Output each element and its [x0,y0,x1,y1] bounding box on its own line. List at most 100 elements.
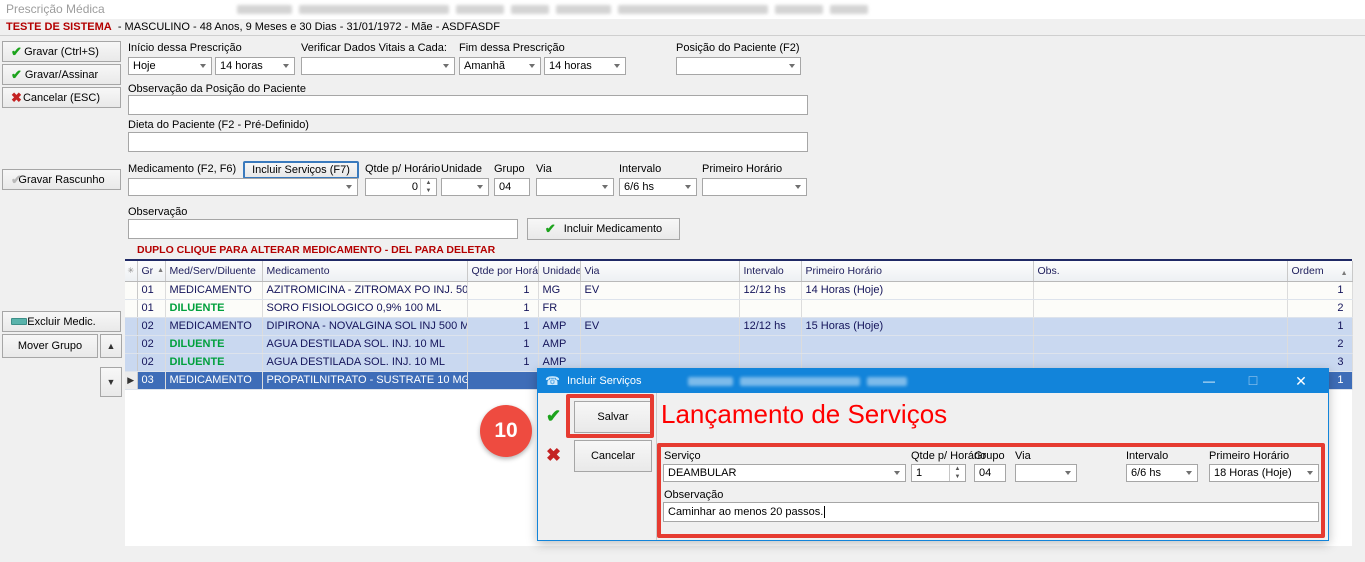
cell-tipo: MEDICAMENTO [165,371,262,389]
col-header-unidade[interactable]: Unidade [538,261,580,281]
save-sign-button[interactable]: ✔ Gravar/Assinar [2,64,121,85]
grid-header-row[interactable]: ✳ Gr▲ Med/Serv/Diluente Medicamento Qtde… [125,261,1352,281]
medicamento-combo[interactable] [128,178,358,196]
intervalo-label: Intervalo [619,163,661,175]
cell-med: AGUA DESTILADA SOL. INJ. 10 ML [262,335,467,353]
cell-obs [1033,299,1287,317]
unidade-combo[interactable] [441,178,489,196]
cell-tipo: MEDICAMENTO [165,317,262,335]
move-group-button[interactable]: Mover Grupo [2,334,98,358]
x-icon: ✖ [546,446,561,464]
via-label: Via [536,163,552,175]
table-row[interactable]: 02DILUENTEAGUA DESTILADA SOL. INJ. 10 ML… [125,335,1352,353]
obs-posicao-input[interactable] [128,95,808,115]
col-header-qtde[interactable]: Qtde por Horário [467,261,538,281]
cell-unidade: FR [538,299,580,317]
dialog-heading: Lançamento de Serviços [661,399,947,430]
incluir-medicamento-button[interactable]: ✔ Incluir Medicamento [527,218,680,240]
cell-ordem: 2 [1287,335,1352,353]
dlg-qtde-stepper[interactable]: 1 ▲▼ [911,464,966,482]
delete-medication-button[interactable]: Excluir Medic. [2,311,121,332]
dialog-save-button[interactable]: Salvar [574,401,652,433]
medicamento-label: Medicamento (F2, F6) [128,163,236,175]
dlg-observacao-input[interactable]: Caminhar ao menos 20 passos. [663,502,1319,522]
row-indicator [125,299,137,317]
vitais-label: Verificar Dados Vitais a Cada: [301,42,447,54]
cell-primeiro [801,335,1033,353]
via-combo[interactable] [536,178,614,196]
stepper-arrows-icon[interactable]: ▲▼ [420,179,436,195]
grupo-input[interactable]: 04 [494,178,530,196]
dialog-titlebar[interactable]: ☎ Incluir Serviços — ☐ ✕ [538,369,1328,393]
inicio-day-combo[interactable]: Hoje [128,57,212,75]
stepper-arrows-icon[interactable]: ▲▼ [949,465,965,481]
dlg-primeiro-combo[interactable]: 18 Horas (Hoje) [1209,464,1319,482]
cell-via: EV [580,281,739,299]
row-indicator [125,335,137,353]
inicio-time-combo[interactable]: 14 horas [215,57,295,75]
patient-details: - MASCULINO - 48 Anos, 9 Meses e 30 Dias… [118,21,500,33]
dialog-button-panel: ✔ Salvar ✖ Cancelar [538,393,657,540]
sort-asc-icon: ▲ [1341,270,1348,277]
col-header-medicamento[interactable]: Medicamento [262,261,467,281]
col-header-ordem[interactable]: Ordem▲ [1287,261,1352,281]
cell-primeiro: 14 Horas (Hoje) [801,281,1033,299]
dialog-icon: ☎ [545,374,560,388]
unidade-label: Unidade [441,163,482,175]
cell-intervalo [739,299,801,317]
col-header-obs[interactable]: Obs. [1033,261,1287,281]
cell-qtde: 1 [467,281,538,299]
arrow-down-icon: ▼ [107,377,116,387]
cell-tipo: DILUENTE [165,353,262,371]
move-down-button[interactable]: ▼ [100,367,122,397]
close-icon[interactable]: ✕ [1286,369,1316,393]
vitais-combo[interactable] [301,57,455,75]
col-header-intervalo[interactable]: Intervalo [739,261,801,281]
primeiro-label: Primeiro Horário [702,163,782,175]
dlg-via-combo[interactable] [1015,464,1077,482]
redacted-text [237,5,875,14]
col-header-gr[interactable]: Gr▲ [137,261,165,281]
save-sign-button-label: Gravar/Assinar [25,69,98,81]
fim-day-combo[interactable]: Amanhã [459,57,541,75]
delete-medication-label: Excluir Medic. [27,316,95,328]
posicao-combo[interactable] [676,57,801,75]
table-row[interactable]: 02MEDICAMENTODIPIRONA - NOVALGINA SOL IN… [125,317,1352,335]
dieta-input[interactable] [128,132,808,152]
dlg-intervalo-combo[interactable]: 6/6 hs [1126,464,1198,482]
move-group-label: Mover Grupo [18,340,82,352]
cell-ordem: 1 [1287,281,1352,299]
arrow-up-icon: ▲ [107,341,116,351]
cell-intervalo [739,335,801,353]
fim-time-combo[interactable]: 14 horas [544,57,626,75]
incluir-medicamento-label: Incluir Medicamento [564,223,662,235]
table-row[interactable]: 01MEDICAMENTOAZITROMICINA - ZITROMAX PO … [125,281,1352,299]
dlg-primeiro-label: Primeiro Horário [1209,450,1289,462]
servico-combo[interactable]: DEAMBULAR [663,464,906,482]
cell-qtde: 1 [467,317,538,335]
save-draft-button[interactable]: ✔ Gravar Rascunho [2,169,121,190]
col-header-tipo[interactable]: Med/Serv/Diluente [165,261,262,281]
col-header-primeiro[interactable]: Primeiro Horário [801,261,1033,281]
primeiro-horario-combo[interactable] [702,178,807,196]
save-button[interactable]: ✔ Gravar (Ctrl+S) [2,41,121,62]
cell-med: SORO FISIOLOGICO 0,9% 100 ML [262,299,467,317]
cell-primeiro: 15 Horas (Hoje) [801,317,1033,335]
incluir-servicos-button[interactable]: Incluir Serviços (F7) [243,161,359,179]
dlg-grupo-input[interactable]: 04 [974,464,1006,482]
cell-via: EV [580,317,739,335]
text-caret [824,506,825,518]
observacao-input[interactable] [128,219,518,239]
qtde-stepper[interactable]: 0 ▲▼ [365,178,437,196]
table-row[interactable]: 01DILUENTESORO FISIOLOGICO 0,9% 100 ML1F… [125,299,1352,317]
check-gray-icon: ✔ [11,173,22,186]
dlg-grupo-label: Grupo [974,450,1005,462]
intervalo-combo[interactable]: 6/6 hs [619,178,697,196]
cancel-button[interactable]: ✖ Cancelar (ESC) [2,87,121,108]
dialog-cancel-button[interactable]: Cancelar [574,440,652,472]
move-up-button[interactable]: ▲ [100,334,122,358]
obs-posicao-label: Observação da Posição do Paciente [128,83,306,95]
col-header-via[interactable]: Via [580,261,739,281]
maximize-icon[interactable]: ☐ [1238,369,1268,393]
minimize-icon[interactable]: — [1194,369,1224,393]
